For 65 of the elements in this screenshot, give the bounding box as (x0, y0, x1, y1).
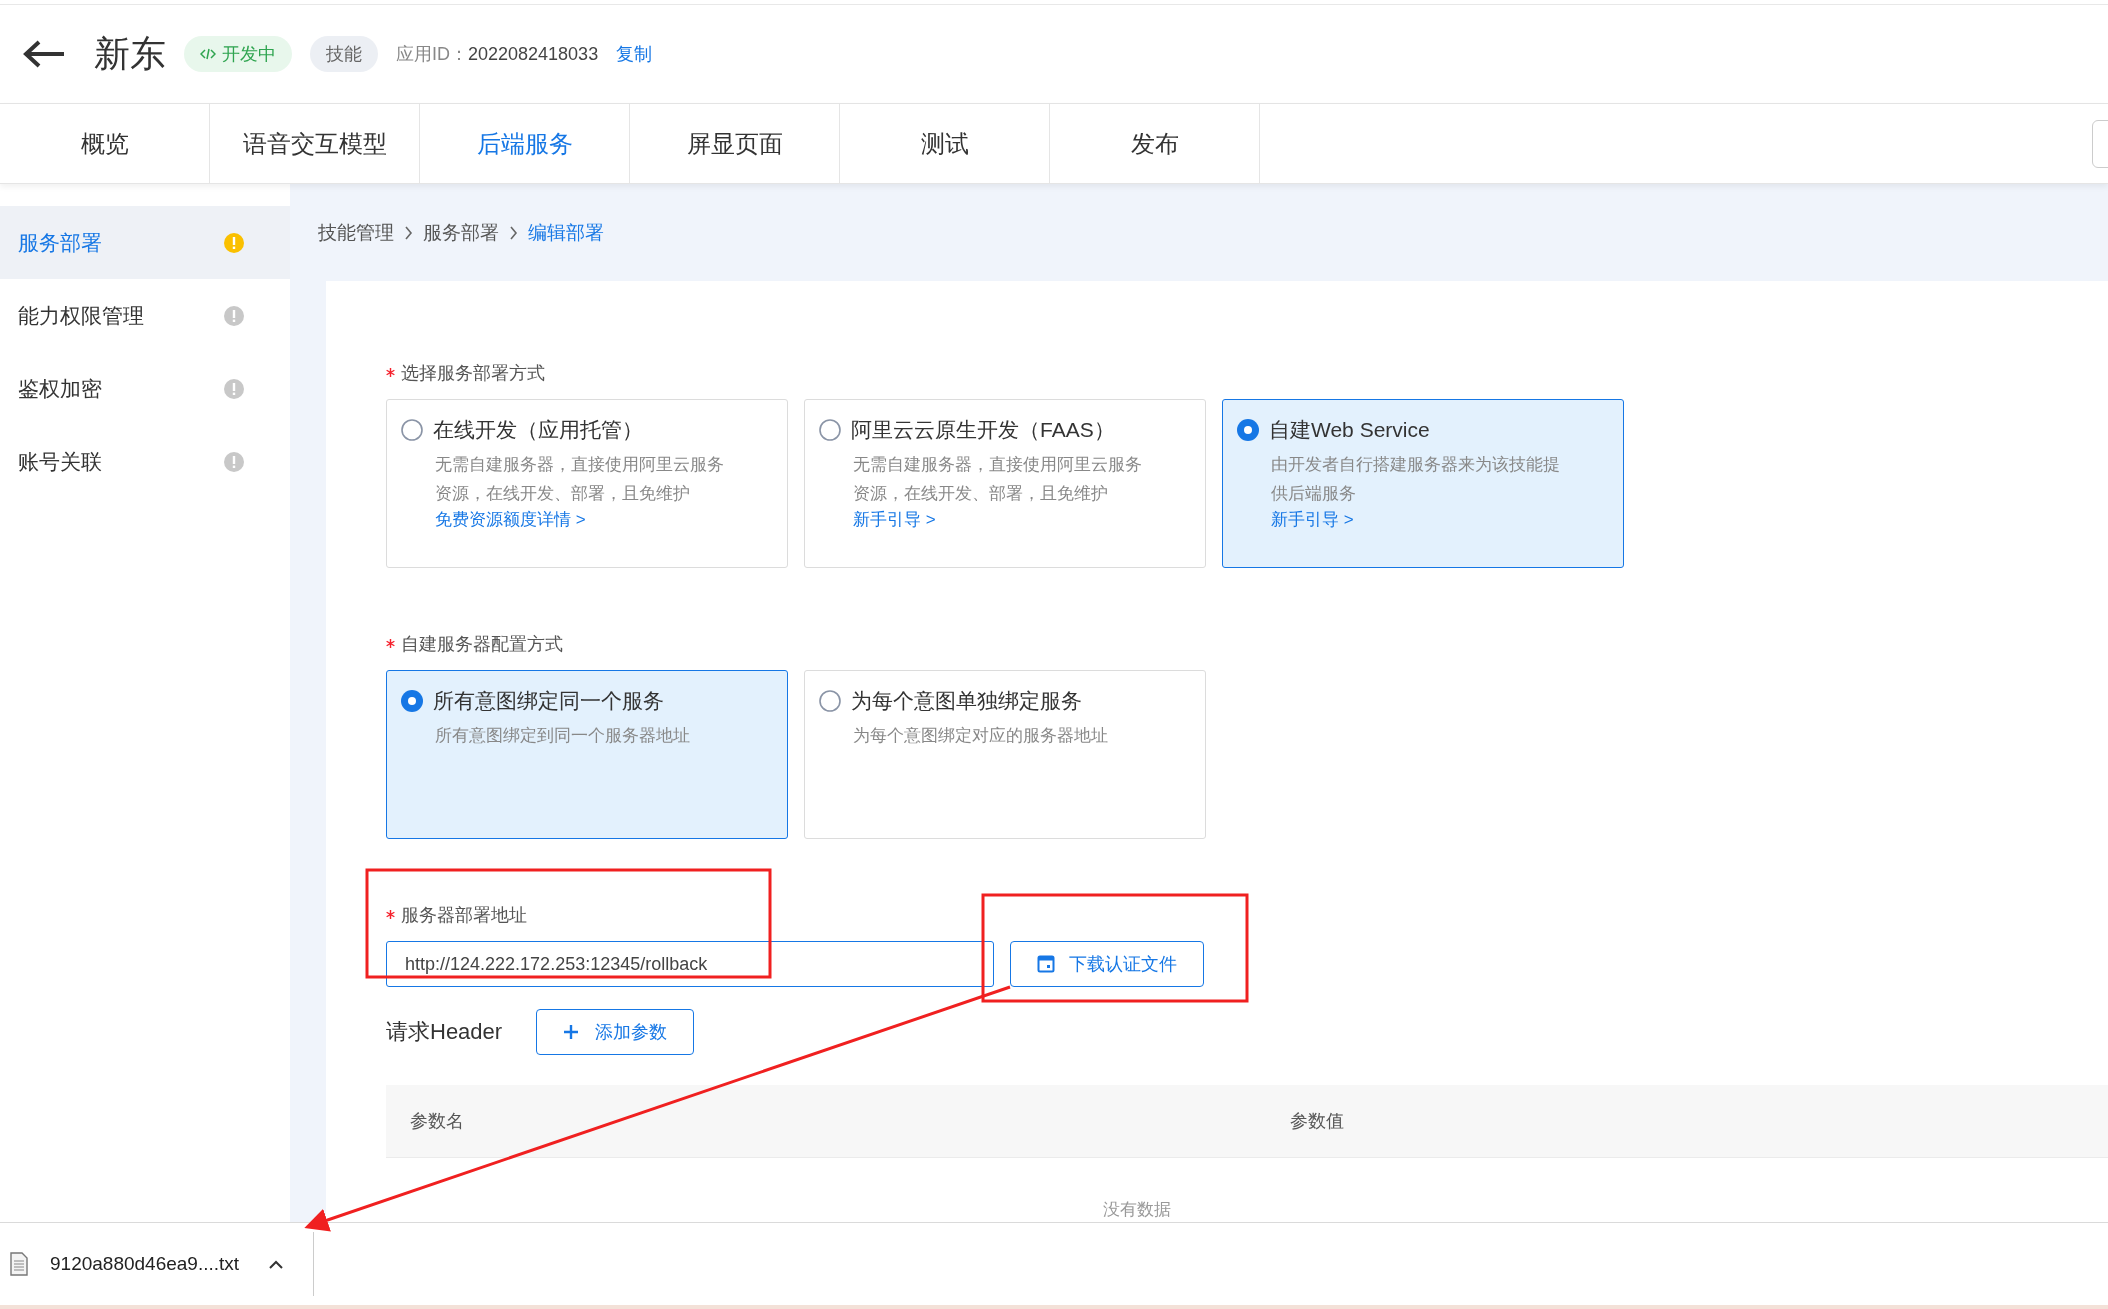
sidebar-item[interactable]: 账号关联 (0, 425, 290, 498)
nav-tab[interactable]: 后端服务 (420, 104, 630, 183)
sidebar-item[interactable]: 能力权限管理 (0, 279, 290, 352)
breadcrumb-item[interactable]: 服务部署 (423, 219, 499, 246)
option-description: 所有意图绑定到同一个服务器地址 (435, 725, 691, 747)
guide-link[interactable]: 免费资源额度详情 > (435, 508, 586, 531)
option-title: 阿里云云原生开发（FAAS） (851, 417, 1115, 443)
radio-icon (819, 419, 841, 441)
chevron-icon (404, 225, 413, 240)
option-description: 由开发者自行搭建服务器来为该技能提供后端服务 (1271, 454, 1561, 505)
address-field[interactable]: http://124.222.172.253:12345/rollback (386, 941, 994, 987)
radio-icon (819, 690, 841, 712)
radio-icon (401, 419, 423, 441)
option-title: 在线开发（应用托管） (433, 417, 643, 443)
app-id-label: 应用ID： (396, 43, 468, 66)
column-header: 参数名 (409, 1110, 465, 1133)
copy-link[interactable]: 复制 (616, 42, 653, 66)
type-badge: 技能 (310, 36, 378, 72)
sidebar-label: 账号关联 (18, 448, 102, 475)
option-description: 无需自建服务器，直接使用阿里云服务资源，在线开发、部署，且免维护 (853, 454, 1143, 505)
sidebar-label: 鉴权加密 (18, 375, 102, 402)
radio-selected-icon (401, 690, 423, 712)
option-title: 自建Web Service (1269, 417, 1430, 443)
guide-link[interactable]: 新手引导 > (853, 508, 936, 531)
file-icon (10, 1252, 28, 1276)
download-button[interactable]: 下载认证文件 (1010, 941, 1204, 987)
nav-tab[interactable]: 屏显页面 (630, 104, 840, 183)
app-id: 2022082418033 (468, 43, 599, 65)
option-card[interactable]: 阿里云云原生开发（FAAS） 无需自建服务器，直接使用阿里云服务资源，在线开发、部署，且免维护 新手引导 > (804, 399, 1206, 568)
status-text: 开发中 (222, 43, 276, 66)
field-label: 服务器部署地址 (401, 904, 527, 927)
chevron-icon (509, 225, 518, 240)
nav-tab[interactable]: 发布 (1050, 104, 1260, 183)
sidebar-item[interactable]: 鉴权加密 (0, 352, 290, 425)
sidebar-item[interactable]: 服务部署 (0, 206, 290, 279)
option-card[interactable]: 所有意图绑定同一个服务 所有意图绑定到同一个服务器地址 (386, 670, 788, 839)
option-description: 无需自建服务器，直接使用阿里云服务资源，在线开发、部署，且免维护 (435, 454, 725, 505)
sidebar-label: 能力权限管理 (18, 302, 144, 329)
option-card[interactable]: 自建Web Service 由开发者自行搭建服务器来为该技能提供后端服务 新手引导 > (1222, 399, 1624, 568)
plus-icon (563, 1024, 580, 1040)
section-label: 请求Header (386, 1018, 503, 1046)
window-icon (1037, 955, 1055, 973)
back-arrow-icon[interactable] (22, 39, 66, 69)
field-label: 选择服务部署方式 (401, 362, 545, 385)
nav-tab[interactable]: 概览 (0, 104, 210, 183)
code-icon (200, 48, 216, 60)
sidebar-label: 服务部署 (18, 229, 102, 256)
add-parameter-button[interactable]: 添加参数 (536, 1009, 695, 1055)
option-title: 为每个意图单独绑定服务 (851, 688, 1082, 714)
radio-selected-icon (1237, 419, 1259, 441)
empty-text: 没有数据 (1102, 1199, 1172, 1221)
caret-icon[interactable] (269, 1259, 284, 1269)
option-title: 所有意图绑定同一个服务 (433, 688, 664, 714)
option-card[interactable]: 为每个意图单独绑定服务 为每个意图绑定对应的服务器地址 (804, 670, 1206, 839)
option-card[interactable]: 在线开发（应用托管） 无需自建服务器，直接使用阿里云服务资源，在线开发、部署，且免维护 免费资源额度详情 > (386, 399, 788, 568)
option-description: 为每个意图绑定对应的服务器地址 (853, 725, 1109, 747)
breadcrumb-item[interactable]: 技能管理 (318, 219, 394, 246)
column-header: 参数值 (1290, 1110, 1344, 1133)
guide-link[interactable]: 新手引导 > (1271, 508, 1354, 531)
file-name[interactable]: 9120a880d46ea9....txt (50, 1253, 240, 1275)
nav-tab[interactable]: 语音交互模型 (210, 104, 420, 183)
breadcrumb-item: 编辑部署 (528, 220, 604, 245)
app-title: 新东 (94, 31, 166, 76)
nav-tab[interactable]: 测试 (840, 104, 1050, 183)
field-label: 自建服务器配置方式 (401, 633, 563, 656)
